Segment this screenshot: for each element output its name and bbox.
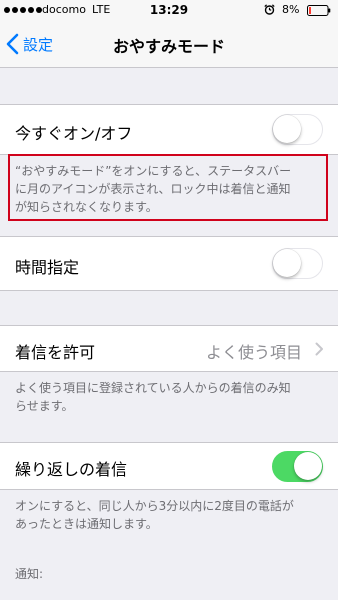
scheduled-row: 時間指定 — [0, 236, 338, 291]
allow-calls-label: 着信を許可 — [15, 343, 96, 362]
scheduled-label: 時間指定 — [15, 258, 80, 277]
switch-knob — [273, 115, 301, 143]
allow-calls-row[interactable]: 着信を許可 よく使う項目 — [0, 325, 338, 372]
repeated-calls-row: 繰り返しの着信 — [0, 442, 338, 490]
repeated-calls-description: オンにすると、同じ人から3分以内に2度目の電話が あったときは通知します。 — [15, 497, 325, 533]
battery-icon — [307, 5, 331, 16]
repeated-calls-label: 繰り返しの着信 — [15, 460, 128, 479]
scheduled-toggle-switch[interactable] — [272, 248, 323, 279]
allow-calls-value: よく使う項目 — [205, 343, 302, 362]
repeated-calls-description-line: あったときは通知します。 — [15, 517, 158, 531]
manual-toggle-row: 今すぐオン/オフ — [0, 104, 338, 155]
allow-calls-description-line: よく使う項目に登録されている人からの着信のみ知 — [15, 381, 291, 395]
notifications-section-header: 通知: — [15, 567, 44, 581]
battery-percentage: 8% — [282, 3, 300, 16]
manual-toggle-switch[interactable] — [272, 114, 323, 145]
switch-knob — [294, 452, 322, 480]
allow-calls-description-line: らせます。 — [15, 399, 74, 413]
allow-calls-description: よく使う項目に登録されている人からの着信のみ知 らせます。 — [15, 379, 325, 415]
switch-knob — [273, 249, 301, 277]
page-title: おやすみモード — [112, 37, 225, 56]
manual-toggle-label: 今すぐオン/オフ — [15, 124, 133, 143]
highlight-annotation-box — [8, 154, 328, 221]
status-bar: docomo LTE 13:29 8% — [0, 0, 338, 20]
repeated-calls-toggle-switch[interactable] — [272, 451, 323, 482]
do-not-disturb-screen: docomo LTE 13:29 8% 設定 おやすみモード 今すぐオン/オフ — [0, 0, 338, 600]
navigation-bar: 設定 おやすみモード — [0, 20, 338, 68]
repeated-calls-description-line: オンにすると、同じ人から3分以内に2度目の電話が — [15, 499, 294, 513]
chevron-right-icon — [315, 342, 323, 356]
alarm-icon — [264, 4, 275, 15]
